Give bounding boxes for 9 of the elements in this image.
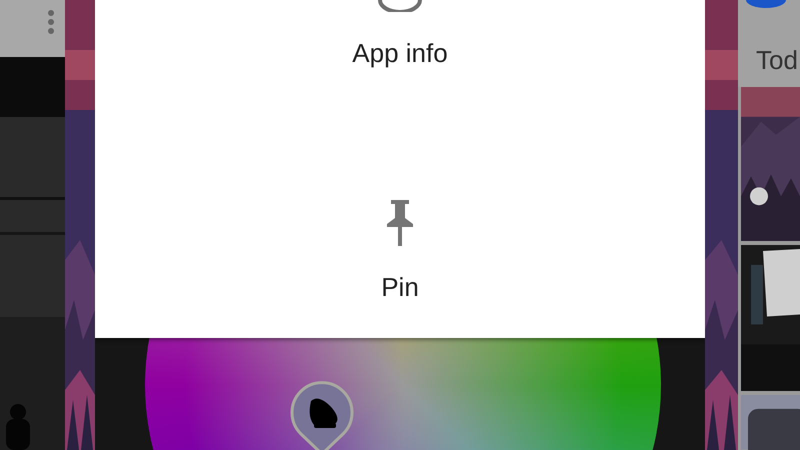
- menu-item-label: App info: [352, 37, 448, 70]
- pin-icon: [386, 200, 414, 246]
- info-icon: [378, 0, 422, 12]
- card-title: Tod: [756, 46, 798, 75]
- menu-item[interactable]: App info: [95, 0, 705, 169]
- lamp-marker[interactable]: [289, 378, 355, 450]
- menu-item-label: Pin: [381, 271, 419, 304]
- app-icon[interactable]: [746, 0, 786, 8]
- menu-item[interactable]: Pin: [95, 169, 705, 338]
